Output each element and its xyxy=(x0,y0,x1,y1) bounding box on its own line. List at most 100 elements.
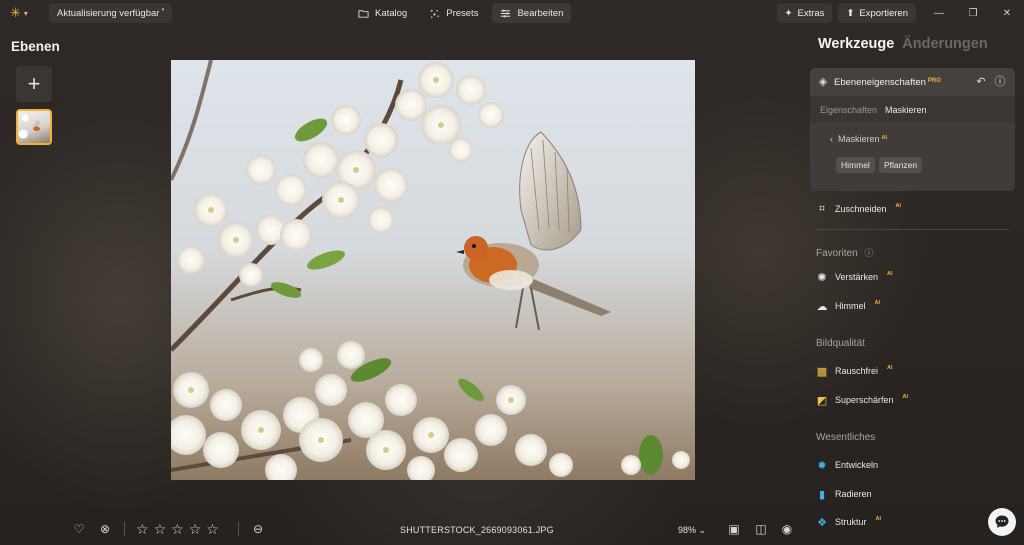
main-nav: Katalog Presets Bearbeiten xyxy=(350,3,572,23)
right-panel-tabs: Werkzeuge Änderungen xyxy=(818,36,988,52)
tab-bearbeiten-label: Bearbeiten xyxy=(517,7,564,19)
tool-denoise-label: Rauschfrei xyxy=(835,366,879,376)
section-favorites: Favoriten ⓘ xyxy=(816,246,873,259)
export-button[interactable]: ⬆ Exportieren xyxy=(838,3,916,23)
add-layer-button[interactable]: + xyxy=(16,66,52,102)
tool-enhance[interactable]: ✺ Verstärken AI xyxy=(816,271,893,284)
ai-badge: AI xyxy=(881,135,888,141)
ai-badge: AI xyxy=(895,203,902,209)
info-button[interactable]: ⓘ xyxy=(993,75,1007,89)
tool-crop[interactable]: ⌗ Zuschneiden AI xyxy=(816,203,901,215)
sparkle-plus-icon: ✦ xyxy=(784,7,793,19)
plus-icon: + xyxy=(27,71,41,96)
tab-presets-label: Presets xyxy=(446,7,479,19)
favorite-heart-button[interactable]: ♡ xyxy=(72,522,86,536)
supersharp-icon: ◩ xyxy=(816,394,828,407)
minus-circle-icon: ⊖ xyxy=(252,522,264,536)
layer-properties-title: Ebeneneigenschaften PRO xyxy=(834,77,941,88)
tool-denoise[interactable]: ▩ Rauschfrei AI xyxy=(816,365,893,378)
tab-aenderungen[interactable]: Änderungen xyxy=(902,36,987,52)
star-rating: ☆ ☆ ☆ ☆ ☆ xyxy=(136,521,219,537)
main-photo-canvas[interactable] xyxy=(171,60,695,480)
update-available-button[interactable]: Aktualisierung verfügbar • xyxy=(49,3,173,23)
heart-icon: ♡ xyxy=(73,522,85,536)
bottom-toolbar: ♡ ⊗ ☆ ☆ ☆ ☆ ☆ ⊖ SHUTTERSTOCK_2669093061.… xyxy=(0,516,800,542)
layer-properties-panel: ◈ Ebeneneigenschaften PRO ↶ ⓘ Eigenschaft… xyxy=(810,68,1015,191)
export-label: Exportieren xyxy=(859,7,908,19)
star-1-icon[interactable]: ☆ xyxy=(136,521,149,537)
ai-badge: AI xyxy=(887,365,893,371)
minimize-icon: — xyxy=(934,7,944,19)
clear-rating-button[interactable]: ⊖ xyxy=(251,522,265,536)
chevron-down-icon: ▾ xyxy=(23,8,28,18)
tool-structure[interactable]: ❖ Struktur AI xyxy=(816,516,881,529)
tool-enhance-label: Verstärken xyxy=(835,272,879,282)
zoom-dropdown[interactable]: 98% ⌄ xyxy=(678,525,706,536)
star-4-icon[interactable]: ☆ xyxy=(189,521,202,537)
tool-develop[interactable]: ✹ Entwickeln xyxy=(816,459,879,472)
restore-button[interactable]: ❐ xyxy=(956,3,990,23)
restore-icon: ❐ xyxy=(968,7,978,19)
star-2-icon[interactable]: ☆ xyxy=(154,521,167,537)
ai-badge: AI xyxy=(902,394,909,400)
layer-properties-header[interactable]: ◈ Ebeneneigenschaften PRO ↶ ⓘ xyxy=(810,68,1015,96)
subtab-maskieren[interactable]: Maskieren xyxy=(885,105,927,115)
tab-bearbeiten[interactable]: Bearbeiten xyxy=(492,3,572,23)
mask-back-label: Maskieren xyxy=(838,134,880,144)
section-favorites-label: Favoriten xyxy=(816,248,858,259)
ai-badge: AI xyxy=(874,300,881,306)
mask-chip-sky[interactable]: Himmel xyxy=(836,157,875,173)
compare-display-button[interactable]: ▣ xyxy=(727,522,741,536)
info-icon[interactable]: ⓘ xyxy=(864,248,873,258)
app-menu-button[interactable]: ✳ ▾ xyxy=(10,4,40,22)
sliders-icon xyxy=(501,9,511,17)
layer-properties-label: Ebeneneigenschaften xyxy=(834,77,926,88)
sparkle-icon xyxy=(431,9,440,18)
close-icon: ✕ xyxy=(1002,7,1012,19)
tab-katalog[interactable]: Katalog xyxy=(350,3,415,23)
mask-back-button[interactable]: ‹ Maskieren AI xyxy=(830,134,887,144)
minimize-button[interactable]: — xyxy=(922,3,956,23)
star-3-icon[interactable]: ☆ xyxy=(171,521,184,537)
tab-presets[interactable]: Presets xyxy=(421,3,486,23)
tool-erase[interactable]: ▮ Radieren xyxy=(816,488,872,501)
layer-thumbnail[interactable] xyxy=(16,109,52,145)
enhance-sparkle-icon: ✺ xyxy=(817,271,827,284)
close-button[interactable]: ✕ xyxy=(990,3,1024,23)
pro-badge: PRO xyxy=(927,78,941,84)
tool-develop-label: Entwickeln xyxy=(835,460,879,470)
cloud-icon: ☁ xyxy=(816,300,828,313)
chat-bubble-icon xyxy=(995,515,1009,528)
mask-chip-plants[interactable]: Pflanzen xyxy=(879,157,923,173)
sun-logo-icon: ✳ xyxy=(10,5,21,20)
tab-katalog-label: Katalog xyxy=(375,7,408,19)
reject-button[interactable]: ⊗ xyxy=(98,522,112,536)
chat-assistant-button[interactable] xyxy=(988,508,1016,536)
layers-stack-icon: ◈ xyxy=(818,76,828,88)
update-label: Aktualisierung verfügbar xyxy=(57,7,160,19)
tool-supersharp-label: Superschärfen xyxy=(835,395,894,405)
ai-badge: AI xyxy=(887,271,893,277)
section-essentials: Wesentliches xyxy=(816,432,876,443)
split-view-button[interactable]: ◫ xyxy=(754,522,768,536)
subtab-eigenschaften[interactable]: Eigenschaften xyxy=(820,105,877,115)
tab-werkzeuge[interactable]: Werkzeuge xyxy=(818,36,894,52)
tool-sky[interactable]: ☁ Himmel AI xyxy=(816,300,881,313)
extras-button[interactable]: ✦ Extras xyxy=(776,3,833,23)
mask-section: ‹ Maskieren AI Himmel Pflanzen xyxy=(810,123,1015,191)
tool-erase-label: Radieren xyxy=(835,489,872,499)
file-name: SHUTTERSTOCK_2669093061.JPG xyxy=(400,525,554,535)
star-5-icon[interactable]: ☆ xyxy=(206,521,219,537)
layers-title: Ebenen xyxy=(11,39,60,54)
bird-thumbnail-icon xyxy=(18,114,42,139)
update-dot: • xyxy=(161,4,165,14)
undo-reset-button[interactable]: ↶ xyxy=(974,75,988,89)
develop-sun-icon: ✹ xyxy=(817,459,827,472)
top-right-controls: ✦ Extras ⬆ Exportieren — ❐ ✕ xyxy=(776,3,1024,23)
top-bar: ✳ ▾ Aktualisierung verfügbar • Katalog P… xyxy=(0,0,1024,26)
preview-eye-button[interactable]: ◉ xyxy=(780,522,794,536)
denoise-icon: ▩ xyxy=(816,365,828,378)
eye-icon: ◉ xyxy=(781,522,793,536)
tool-supersharp[interactable]: ◩ Superschärfen AI xyxy=(816,394,909,407)
split-view-icon: ◫ xyxy=(755,522,767,536)
